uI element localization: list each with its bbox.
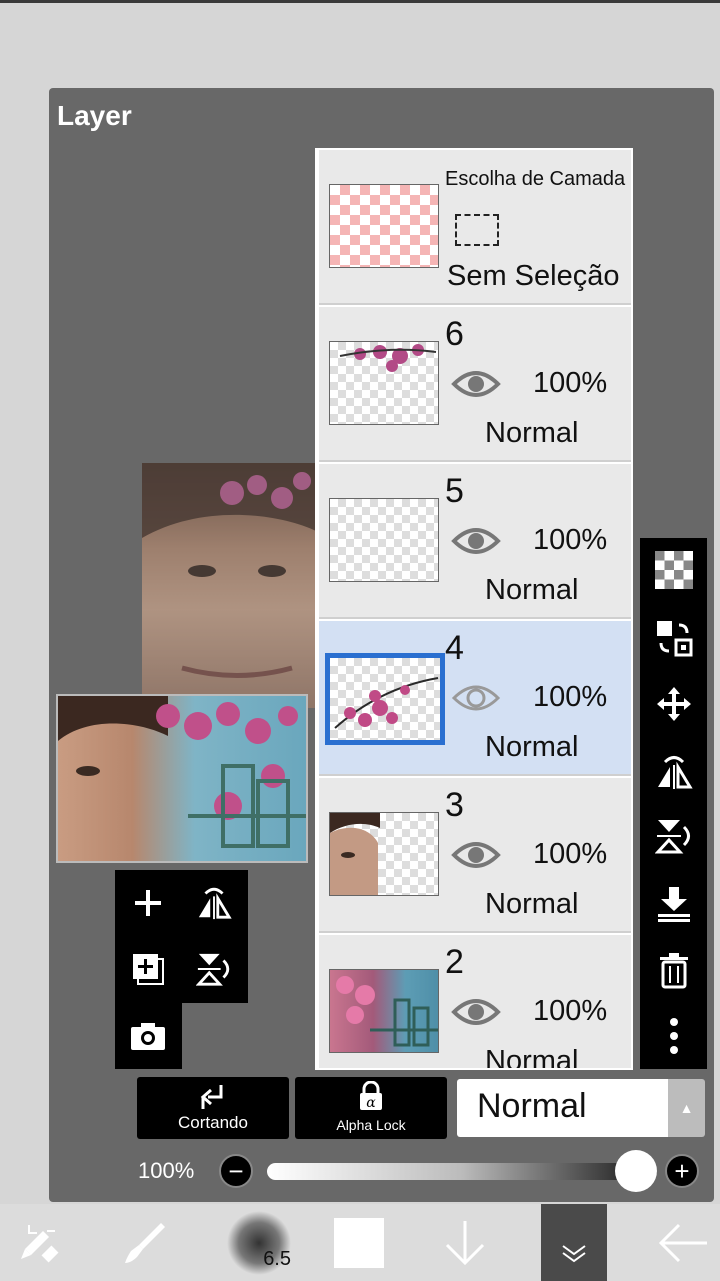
- layer-number: 2: [445, 943, 464, 981]
- trash-icon[interactable]: [640, 940, 707, 1000]
- flip-horizontal-icon[interactable]: [640, 742, 707, 802]
- brush-size-button[interactable]: 6.5: [218, 1204, 300, 1281]
- layer-row[interactable]: 5 100% Normal: [319, 464, 631, 619]
- flip-vertical-icon[interactable]: [640, 806, 707, 866]
- layer-row[interactable]: 2 100% Normal: [319, 935, 631, 1070]
- selection-title: Escolha de Camada: [445, 168, 626, 190]
- canvas-preview: [142, 463, 320, 708]
- transform-swap-icon[interactable]: [640, 608, 707, 668]
- camera-icon: [115, 1003, 181, 1069]
- layer-number: 5: [445, 472, 464, 510]
- layer-thumbnail: [329, 812, 439, 896]
- layer-blend-mode: Normal: [485, 731, 579, 763]
- color-swatch-icon[interactable]: [326, 1204, 392, 1281]
- back-arrow-icon[interactable]: [650, 1204, 716, 1281]
- layer-menu-icon: [562, 1245, 586, 1263]
- lock-icon: α: [360, 1081, 382, 1111]
- layer-number: 3: [445, 786, 464, 824]
- opacity-slider[interactable]: [267, 1163, 657, 1180]
- brush-icon[interactable]: [112, 1204, 178, 1281]
- clipping-label: Cortando: [178, 1113, 248, 1132]
- selection-thumbnail: [329, 184, 439, 268]
- layer-add-toolbar: [115, 870, 248, 1003]
- eye-icon[interactable]: [451, 367, 501, 401]
- svg-text:α: α: [366, 1095, 376, 1111]
- canvas-thumbnail[interactable]: [56, 694, 308, 863]
- layer-number: 4: [445, 629, 464, 667]
- tool-swap-icon[interactable]: [6, 1204, 72, 1281]
- chevron-up-icon[interactable]: ▲: [668, 1079, 705, 1137]
- layer-blend-mode: Normal: [485, 888, 579, 920]
- panel-title: Layer: [57, 100, 132, 131]
- minus-icon[interactable]: −: [219, 1154, 253, 1188]
- camera-button[interactable]: [115, 1003, 182, 1069]
- eye-icon[interactable]: [451, 681, 501, 715]
- blend-mode-value: Normal: [477, 1087, 587, 1125]
- merge-down-icon[interactable]: [640, 874, 707, 934]
- layer-opacity: 100%: [533, 524, 608, 556]
- add-layer-copy-icon[interactable]: [115, 936, 181, 1002]
- plus-icon[interactable]: +: [665, 1154, 699, 1188]
- eye-icon[interactable]: [451, 838, 501, 872]
- layer-blend-mode: Normal: [485, 1045, 579, 1070]
- flip-horizontal-icon[interactable]: [181, 870, 247, 936]
- opacity-slider-handle[interactable]: [615, 1150, 657, 1192]
- layer-menu-button[interactable]: [541, 1204, 607, 1281]
- flip-vertical-icon[interactable]: [181, 936, 247, 1002]
- add-layer-icon[interactable]: [115, 870, 181, 936]
- layer-number: 6: [445, 315, 464, 353]
- checker-icon[interactable]: [640, 540, 707, 600]
- layer-opacity: 100%: [533, 367, 608, 399]
- layer-opacity: 100%: [533, 838, 608, 870]
- alpha-lock-label: Alpha Lock: [336, 1117, 406, 1133]
- layer-thumbnail: [325, 653, 445, 745]
- top-border: [0, 0, 720, 3]
- layer-opacity: 100%: [533, 995, 608, 1027]
- layer-blend-mode: Normal: [485, 574, 579, 606]
- layer-row[interactable]: 6 100% Normal: [319, 307, 631, 462]
- brush-size-icon: 6.5: [227, 1210, 291, 1275]
- layer-row[interactable]: 3 100% Normal: [319, 778, 631, 933]
- clipping-button[interactable]: Cortando: [137, 1077, 289, 1139]
- layer-list[interactable]: Escolha de Camada Sem Seleção 6 100% Nor…: [315, 148, 633, 1070]
- alpha-lock-button[interactable]: α Alpha Lock: [295, 1077, 447, 1139]
- more-icon[interactable]: [640, 1006, 707, 1066]
- brush-size-value: 6.5: [263, 1247, 291, 1270]
- opacity-value: 100%: [138, 1158, 195, 1183]
- layer-thumbnail: [329, 969, 439, 1053]
- layer-row-selected[interactable]: 4 100% Normal: [319, 621, 631, 776]
- layer-opacity: 100%: [533, 681, 608, 713]
- selection-layer-row[interactable]: Escolha de Camada Sem Seleção: [319, 150, 631, 305]
- eye-icon[interactable]: [451, 524, 501, 558]
- clipping-arrow-icon: [200, 1085, 223, 1109]
- layer-tools-toolbar: [640, 538, 707, 1069]
- layer-thumbnail: [329, 498, 439, 582]
- layer-blend-mode: Normal: [485, 417, 579, 449]
- layer-thumbnail: [329, 341, 439, 425]
- move-icon[interactable]: [640, 674, 707, 734]
- blend-mode-select[interactable]: Normal: [457, 1079, 668, 1137]
- eye-icon[interactable]: [451, 995, 501, 1029]
- selection-status: Sem Seleção: [447, 260, 620, 292]
- down-arrow-icon[interactable]: [432, 1204, 498, 1281]
- marquee-icon: [455, 214, 499, 246]
